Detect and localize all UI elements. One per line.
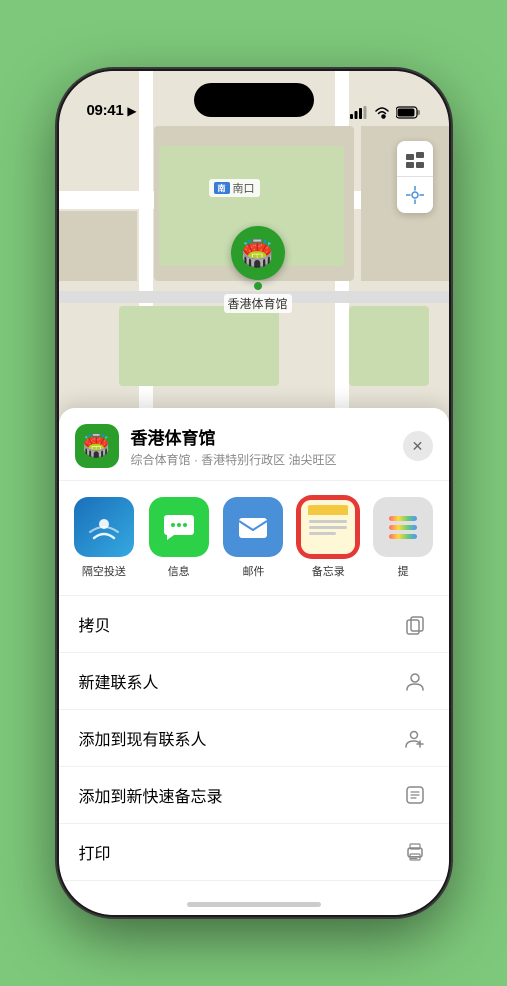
status-icons	[350, 106, 421, 119]
sheet-bottom-spacer	[59, 881, 449, 915]
menu-item-quick-note-label: 添加到新快速备忘录	[79, 783, 223, 807]
venue-name: 香港体育馆	[131, 424, 403, 449]
pin-dot	[254, 282, 262, 290]
notes-icon-inner	[301, 500, 355, 554]
venue-subtitle: 综合体育馆 · 香港特别行政区 油尖旺区	[131, 451, 403, 468]
status-time: 09:41	[87, 102, 124, 119]
location-icon: ▶	[127, 104, 136, 118]
notes-top-bar	[308, 505, 348, 515]
menu-item-print-label: 打印	[79, 840, 111, 864]
airdrop-icon	[87, 510, 121, 544]
person-icon	[401, 667, 429, 695]
share-item-message[interactable]: 信息	[141, 497, 216, 579]
sheet-header: 🏟️ 香港体育馆 综合体育馆 · 香港特别行政区 油尖旺区 ✕	[59, 408, 449, 481]
entrance-text: 南口	[233, 180, 255, 196]
mail-icon-wrap	[223, 497, 283, 557]
map-green2	[119, 306, 279, 386]
dynamic-island	[194, 83, 314, 117]
more-dot-1	[389, 516, 417, 521]
bottom-sheet: 🏟️ 香港体育馆 综合体育馆 · 香港特别行政区 油尖旺区 ✕	[59, 408, 449, 915]
notes-line-1	[309, 520, 347, 523]
menu-item-copy[interactable]: 拷贝	[59, 596, 449, 653]
map-type-button[interactable]	[397, 141, 433, 177]
menu-item-new-contact[interactable]: 新建联系人	[59, 653, 449, 710]
pin-circle: 🏟️	[231, 226, 285, 280]
print-icon	[401, 838, 429, 866]
menu-item-add-contact-label: 添加到现有联系人	[79, 726, 207, 750]
map-pin[interactable]: 🏟️ 香港体育馆	[224, 226, 292, 313]
more-icon-wrap	[373, 497, 433, 557]
share-item-more[interactable]: 提	[366, 497, 441, 579]
more-dot-2	[389, 525, 417, 530]
phone-screen: 09:41 ▶	[59, 71, 449, 915]
entrance-icon: 南	[214, 182, 230, 194]
share-item-notes[interactable]: 备忘录	[291, 497, 366, 579]
copy-icon	[401, 610, 429, 638]
share-item-mail[interactable]: 邮件	[216, 497, 291, 579]
notes-icon-wrap	[298, 497, 358, 557]
share-actions-row: 隔空投送 信息	[59, 481, 449, 596]
phone-frame: 09:41 ▶	[59, 71, 449, 915]
map-controls	[397, 141, 433, 213]
map-green3	[349, 306, 429, 386]
notes-line-2	[309, 526, 347, 529]
pin-stadium-icon: 🏟️	[241, 238, 273, 269]
airdrop-icon-wrap	[74, 497, 134, 557]
venue-info: 香港体育馆 综合体育馆 · 香港特别行政区 油尖旺区	[131, 424, 403, 468]
more-dot-3	[389, 534, 417, 539]
mail-icon	[236, 510, 270, 544]
message-icon	[162, 510, 196, 544]
menu-item-quick-note[interactable]: 添加到新快速备忘录	[59, 767, 449, 824]
more-label: 提	[398, 563, 409, 579]
battery-icon	[396, 106, 421, 119]
message-label: 信息	[168, 563, 190, 579]
mail-label: 邮件	[242, 563, 264, 579]
wifi-icon	[374, 106, 390, 119]
location-button[interactable]	[397, 177, 433, 213]
person-add-icon	[401, 724, 429, 752]
close-button[interactable]: ✕	[403, 431, 433, 461]
more-dots	[389, 516, 417, 539]
menu-item-print[interactable]: 打印	[59, 824, 449, 881]
home-indicator	[187, 902, 321, 907]
pin-label: 香港体育馆	[224, 294, 292, 313]
venue-icon: 🏟️	[75, 424, 119, 468]
message-icon-wrap	[149, 497, 209, 557]
airdrop-label: 隔空投送	[82, 563, 126, 579]
menu-item-new-contact-label: 新建联系人	[79, 669, 159, 693]
quick-note-icon	[401, 781, 429, 809]
menu-item-add-contact[interactable]: 添加到现有联系人	[59, 710, 449, 767]
notes-label: 备忘录	[312, 563, 345, 579]
map-entrance-label: 南 南口	[209, 179, 260, 197]
map-block3	[59, 211, 137, 281]
share-item-airdrop[interactable]: 隔空投送	[67, 497, 142, 579]
signal-icon	[350, 106, 368, 119]
menu-item-copy-label: 拷贝	[79, 612, 111, 636]
notes-line-3	[309, 532, 336, 535]
